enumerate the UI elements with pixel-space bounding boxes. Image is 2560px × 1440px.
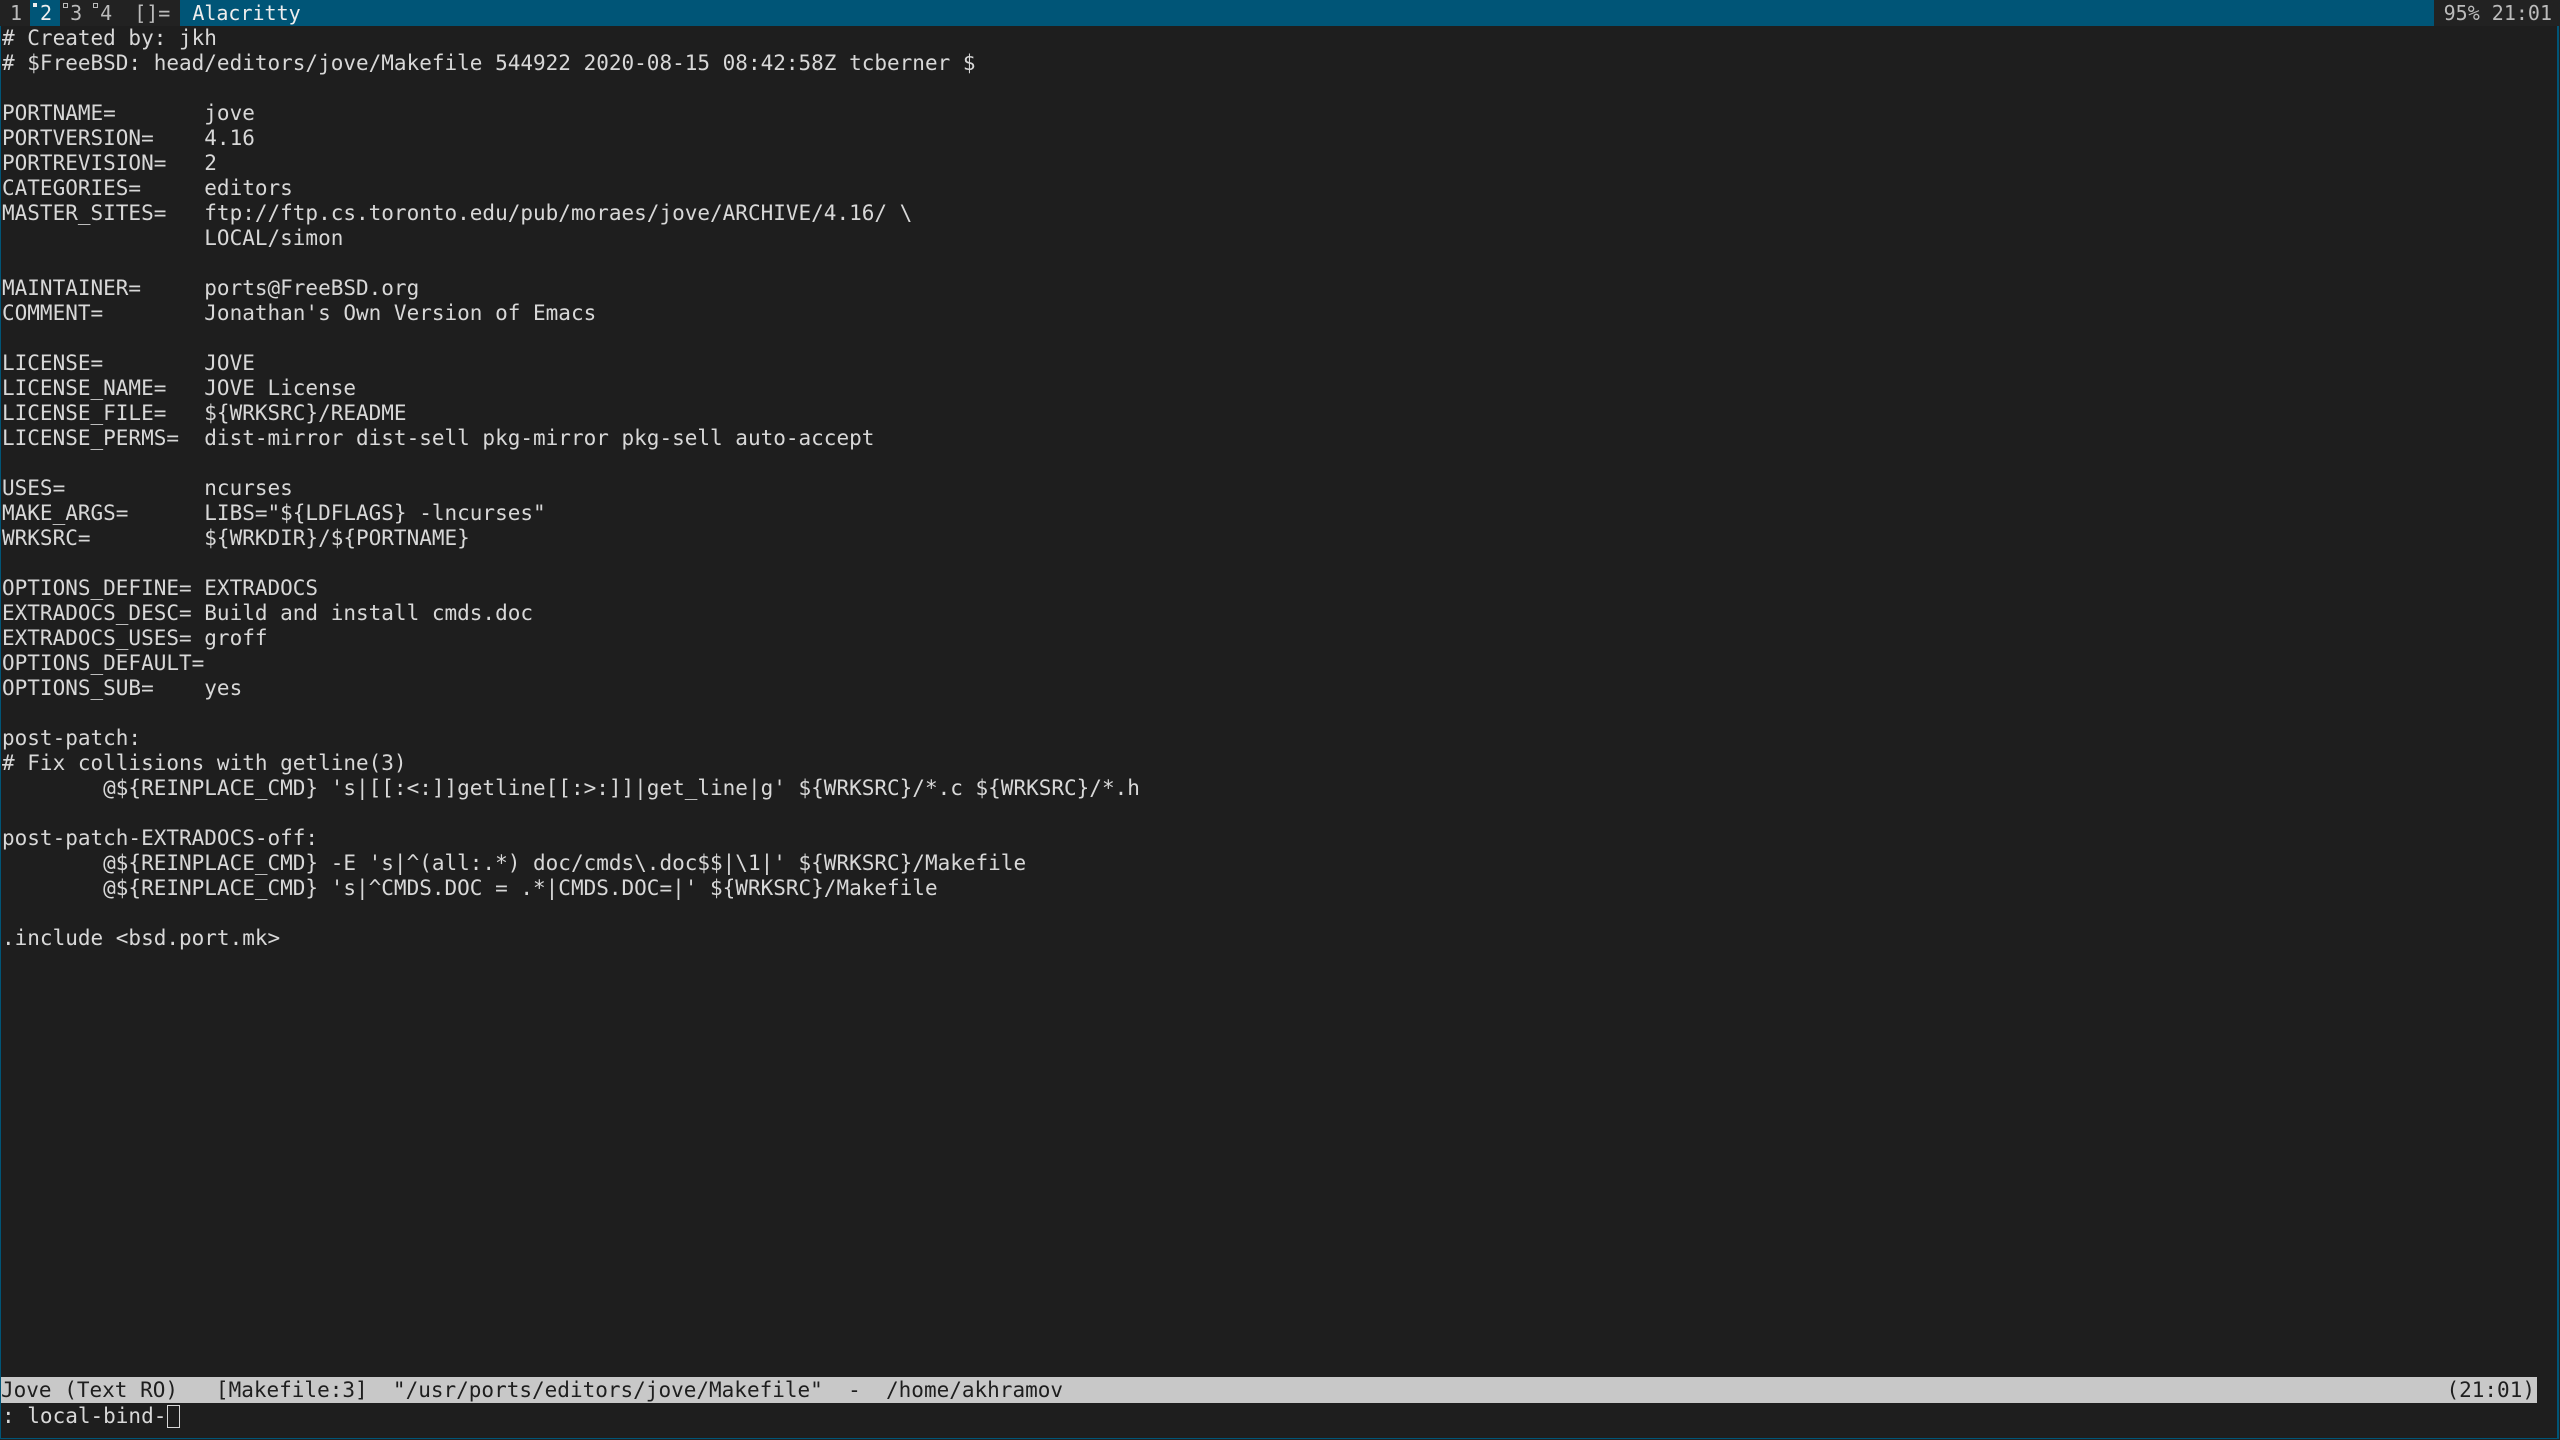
minibuffer-prompt: : local-bind- bbox=[2, 1404, 167, 1428]
buffer-line: OPTIONS_SUB= yes bbox=[2, 676, 243, 700]
tag-4-label: 4 bbox=[100, 1, 113, 25]
tag-occupied-indicator bbox=[93, 3, 99, 8]
top-bar: 1 2 3 4 []= Alacritty 95% 21:01 bbox=[0, 0, 2560, 26]
tag-4[interactable]: 4 bbox=[90, 0, 120, 26]
status-text: 95% 21:01 bbox=[2433, 0, 2560, 26]
buffer-line: EXTRADOCS_DESC= Build and install cmds.d… bbox=[2, 601, 534, 625]
tag-2[interactable]: 2 bbox=[30, 0, 61, 26]
buffer-line: post-patch: bbox=[2, 726, 142, 750]
buffer-line bbox=[2, 451, 2557, 476]
buffer-line: # $FreeBSD: head/editors/jove/Makefile 5… bbox=[2, 51, 976, 75]
buffer-line: OPTIONS_DEFAULT= bbox=[2, 651, 205, 675]
buffer-line: # Created by: jkh bbox=[2, 26, 217, 50]
mode-line-clock: (21:01) bbox=[2446, 1378, 2535, 1402]
buffer-line: PORTVERSION= 4.16 bbox=[2, 126, 255, 150]
buffer-line: OPTIONS_DEFINE= EXTRADOCS bbox=[2, 576, 319, 600]
layout-symbol[interactable]: []= bbox=[120, 0, 180, 26]
buffer-line: @${REINPLACE_CMD} 's|^CMDS.DOC = .*|CMDS… bbox=[2, 876, 938, 900]
window-title: Alacritty bbox=[180, 0, 2434, 26]
buffer-line: LICENSE= JOVE bbox=[2, 351, 255, 375]
buffer-line: COMMENT= Jonathan's Own Version of Emacs bbox=[2, 301, 597, 325]
buffer-line: MAKE_ARGS= LIBS="${LDFLAGS} -lncurses" bbox=[2, 501, 546, 525]
text-cursor bbox=[167, 1404, 181, 1428]
editor-buffer[interactable]: # Created by: jkh # $FreeBSD: head/editor… bbox=[2, 26, 2557, 951]
tag-1[interactable]: 1 bbox=[0, 0, 30, 26]
buffer-line: MAINTAINER= ports@FreeBSD.org bbox=[2, 276, 420, 300]
buffer-line bbox=[2, 251, 2557, 276]
buffer-line: WRKSRC= ${WRKDIR}/${PORTNAME} bbox=[2, 526, 470, 550]
buffer-line bbox=[2, 901, 2557, 926]
tag-2-label: 2 bbox=[40, 1, 53, 25]
buffer-line bbox=[2, 701, 2557, 726]
buffer-line: PORTNAME= jove bbox=[2, 101, 255, 125]
mode-line-info: Jove (Text RO) [Makefile:3] "/usr/ports/… bbox=[1, 1378, 1064, 1402]
buffer-line: CATEGORIES= editors bbox=[2, 176, 293, 200]
buffer-line: LICENSE_FILE= ${WRKSRC}/README bbox=[2, 401, 407, 425]
tag-1-label: 1 bbox=[10, 1, 23, 25]
mode-line: Jove (Text RO) [Makefile:3] "/usr/ports/… bbox=[1, 1377, 2537, 1403]
buffer-line: @${REINPLACE_CMD} -E 's|^(all:.*) doc/cm… bbox=[2, 851, 1027, 875]
buffer-line bbox=[2, 326, 2557, 351]
buffer-line: EXTRADOCS_USES= groff bbox=[2, 626, 268, 650]
buffer-line: post-patch-EXTRADOCS-off: bbox=[2, 826, 319, 850]
buffer-line: LOCAL/simon bbox=[2, 226, 344, 250]
tag-occupied-indicator bbox=[33, 3, 38, 7]
buffer-line bbox=[2, 801, 2557, 826]
buffer-line bbox=[2, 76, 2557, 101]
terminal-window[interactable]: # Created by: jkh # $FreeBSD: head/editor… bbox=[0, 26, 2559, 1439]
minibuffer[interactable]: : local-bind- bbox=[2, 1403, 181, 1429]
buffer-line: .include <bsd.port.mk> bbox=[2, 926, 281, 950]
buffer-line: LICENSE_NAME= JOVE License bbox=[2, 376, 357, 400]
tag-3-label: 3 bbox=[70, 1, 83, 25]
buffer-line: MASTER_SITES= ftp://ftp.cs.toronto.edu/p… bbox=[2, 201, 913, 225]
buffer-line bbox=[2, 551, 2557, 576]
tag-occupied-indicator bbox=[63, 3, 69, 8]
buffer-line: LICENSE_PERMS= dist-mirror dist-sell pkg… bbox=[2, 426, 875, 450]
buffer-line: # Fix collisions with getline(3) bbox=[2, 751, 407, 775]
buffer-line: @${REINPLACE_CMD} 's|[[:<:]]getline[[:>:… bbox=[2, 776, 1140, 800]
tag-3[interactable]: 3 bbox=[60, 0, 90, 26]
buffer-line: USES= ncurses bbox=[2, 476, 293, 500]
buffer-line: PORTREVISION= 2 bbox=[2, 151, 217, 175]
